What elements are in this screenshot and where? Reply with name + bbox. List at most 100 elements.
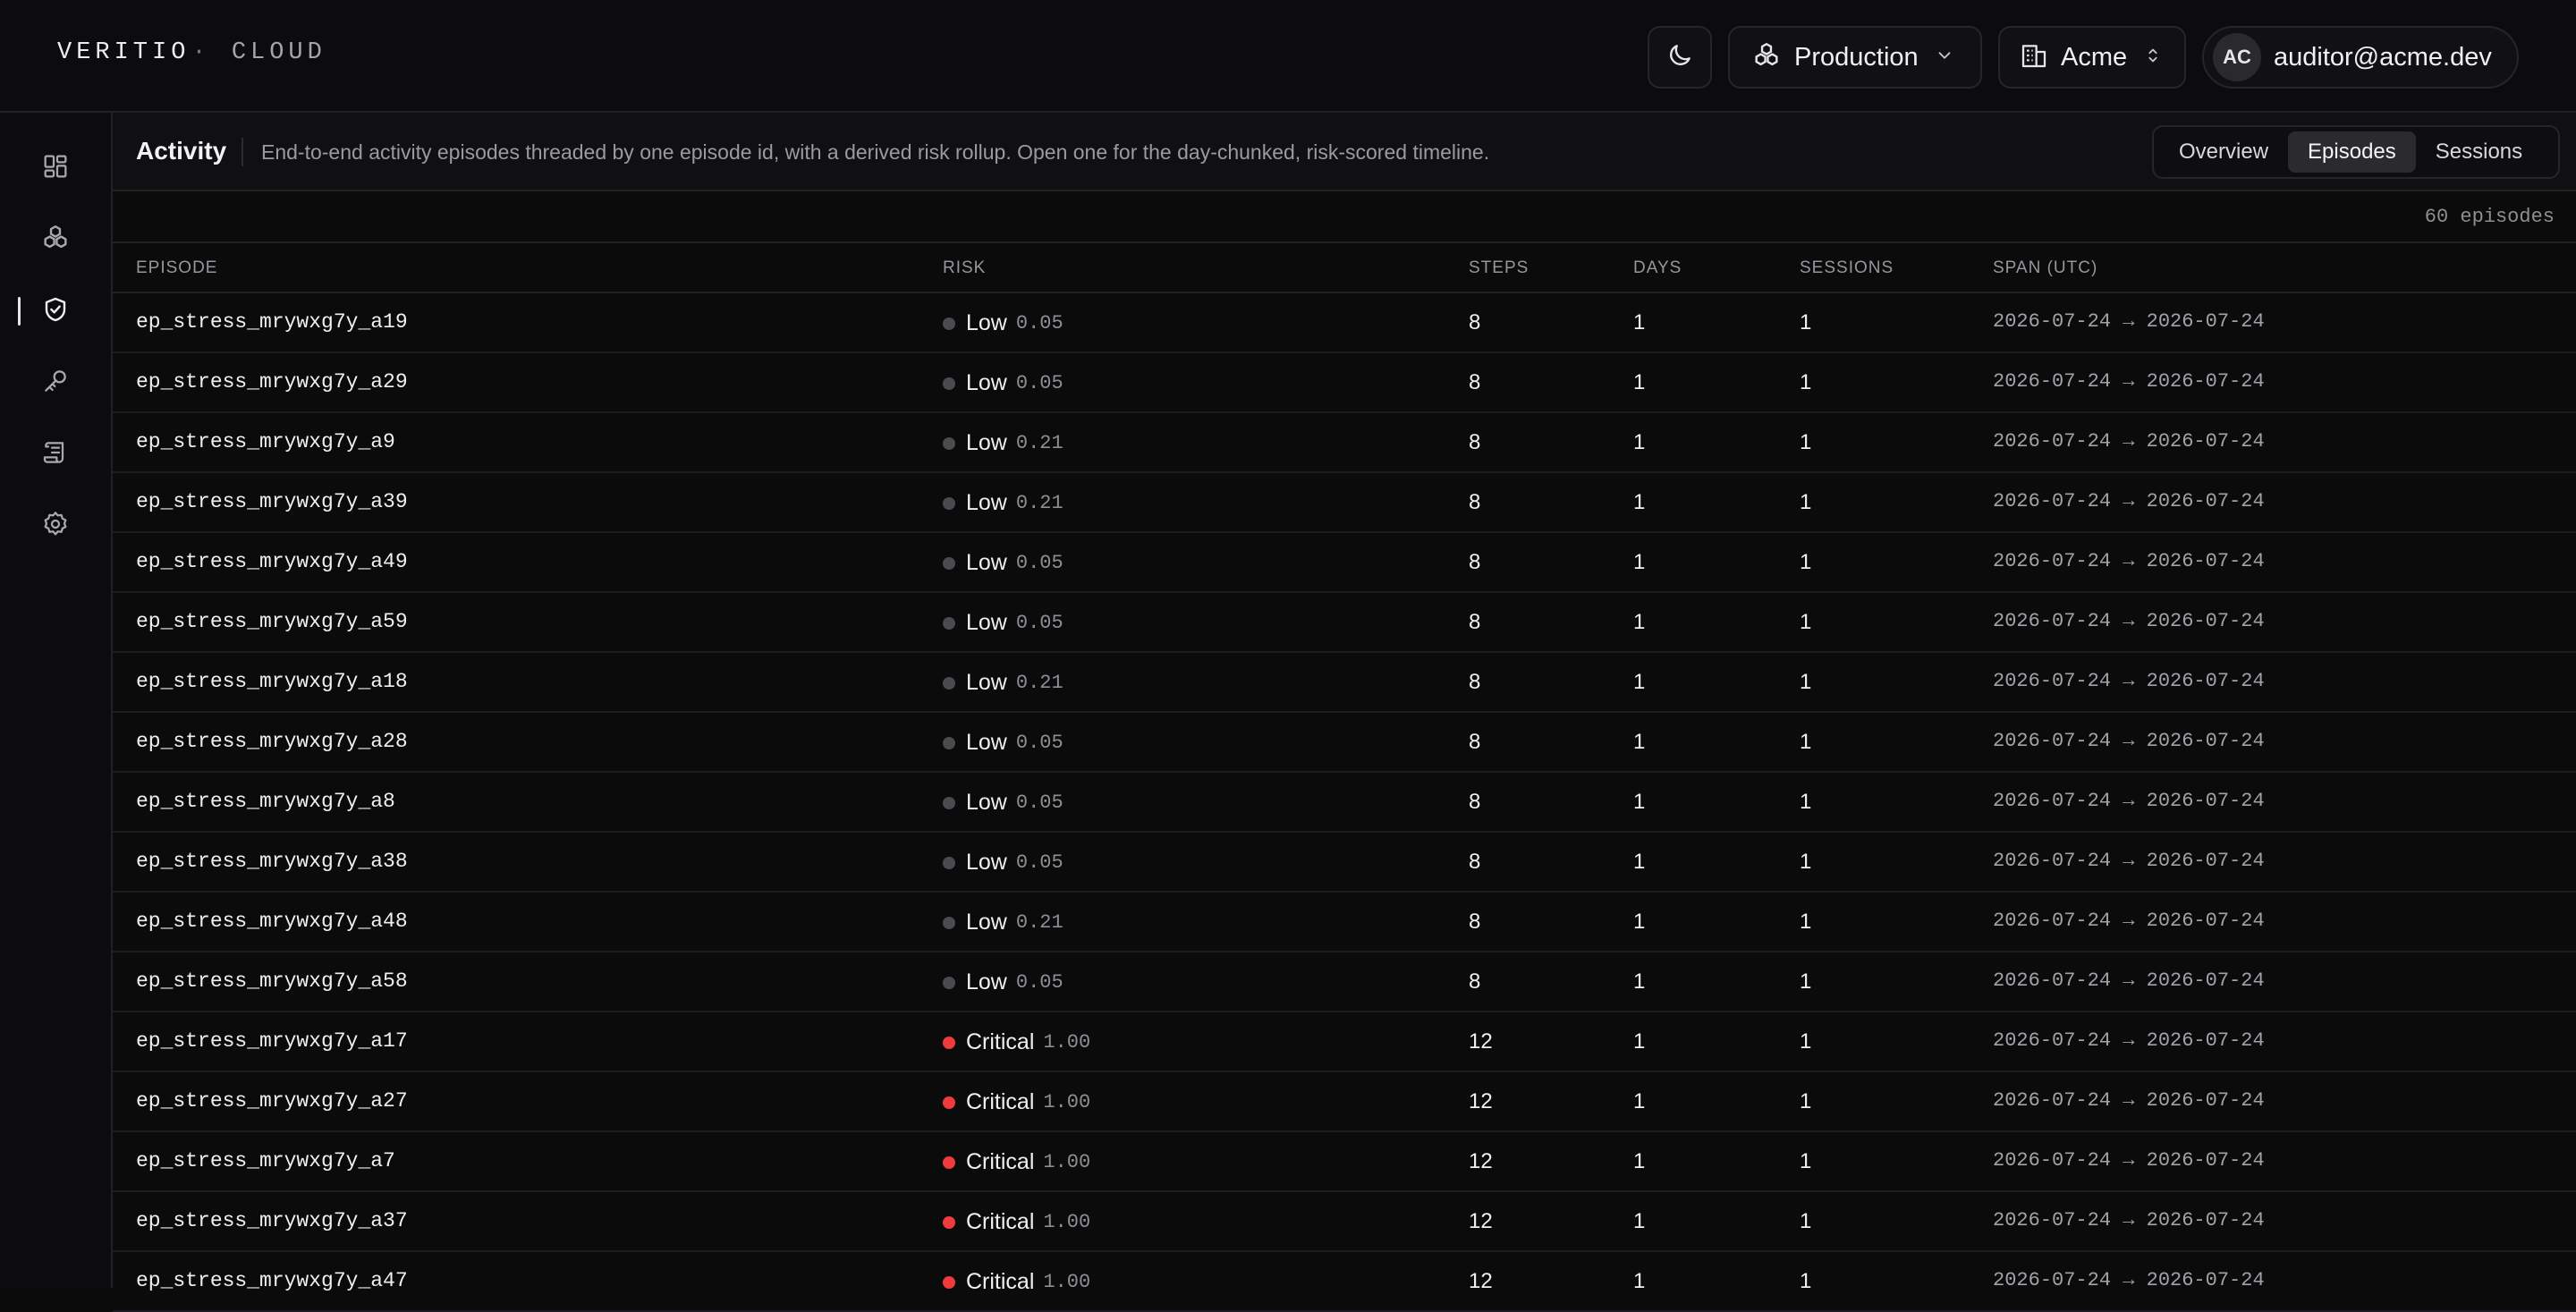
risk-dot — [943, 796, 955, 809]
risk-cell: Critical 1.00 — [943, 1269, 1090, 1295]
environment-selector[interactable]: Production — [1728, 26, 1982, 89]
shield-check-icon — [41, 295, 70, 328]
days-value: 1 — [1633, 969, 1646, 994]
episode-id[interactable]: ep_stress_mrywxg7y_a8 — [136, 790, 395, 813]
episode-id[interactable]: ep_stress_mrywxg7y_a29 — [136, 370, 408, 394]
sessions-value: 1 — [1800, 1089, 1812, 1113]
sidebar-item-activity[interactable] — [0, 286, 111, 336]
episode-id[interactable]: ep_stress_mrywxg7y_a7 — [136, 1149, 395, 1172]
column-header-sessions[interactable]: SESSIONS — [1800, 258, 1894, 278]
table-row[interactable]: ep_stress_mrywxg7y_a39 Low 0.21 8 1 1 20… — [113, 473, 2576, 533]
building-icon — [2020, 41, 2048, 74]
table-row[interactable]: ep_stress_mrywxg7y_a19 Low 0.05 8 1 1 20… — [113, 293, 2576, 353]
table-row[interactable]: ep_stress_mrywxg7y_a17 Critical 1.00 12 … — [113, 1012, 2576, 1072]
episode-id[interactable]: ep_stress_mrywxg7y_a18 — [136, 670, 408, 693]
risk-dot — [943, 616, 955, 630]
sidebar-item-dashboard[interactable] — [0, 143, 111, 193]
risk-cell: Critical 1.00 — [943, 1149, 1090, 1175]
title-divider — [242, 138, 243, 166]
steps-value: 8 — [1469, 490, 1481, 514]
table-row[interactable]: ep_stress_mrywxg7y_a8 Low 0.05 8 1 1 202… — [113, 773, 2576, 833]
user-email: auditor@acme.dev — [2274, 42, 2492, 72]
episode-id[interactable]: ep_stress_mrywxg7y_a17 — [136, 1029, 408, 1053]
brand-suffix: CLOUD — [231, 39, 326, 66]
risk-level: Low — [966, 430, 1007, 455]
table-row[interactable]: ep_stress_mrywxg7y_a49 Low 0.05 8 1 1 20… — [113, 533, 2576, 593]
table-row[interactable]: ep_stress_mrywxg7y_a28 Low 0.05 8 1 1 20… — [113, 713, 2576, 773]
episode-id[interactable]: ep_stress_mrywxg7y_a37 — [136, 1209, 408, 1232]
episode-id[interactable]: ep_stress_mrywxg7y_a9 — [136, 430, 395, 453]
risk-level: Low — [966, 610, 1007, 635]
table-row[interactable]: ep_stress_mrywxg7y_a29 Low 0.05 8 1 1 20… — [113, 353, 2576, 413]
sidebar-item-agents[interactable] — [0, 215, 111, 265]
table-row[interactable]: ep_stress_mrywxg7y_a47 Critical 1.00 12 … — [113, 1252, 2576, 1312]
episodes-table-body: ep_stress_mrywxg7y_a19 Low 0.05 8 1 1 20… — [113, 293, 2576, 1312]
span-value: 2026-07-24 → 2026-07-24 — [1993, 910, 2265, 932]
gear-icon — [41, 510, 70, 543]
risk-score: 0.21 — [1015, 672, 1063, 694]
chevron-down-icon — [1935, 46, 1954, 70]
tab-overview[interactable]: Overview — [2159, 131, 2288, 173]
span-value: 2026-07-24 → 2026-07-24 — [1993, 1149, 2265, 1172]
table-toolbar: 60 episodes — [113, 191, 2576, 243]
days-value: 1 — [1633, 910, 1646, 934]
risk-cell: Critical 1.00 — [943, 1209, 1090, 1235]
risk-dot — [943, 856, 955, 869]
risk-score: 0.05 — [1015, 851, 1063, 874]
column-header-days[interactable]: DAYS — [1633, 258, 1682, 278]
cluster-icon — [40, 223, 71, 258]
steps-value: 8 — [1469, 550, 1481, 574]
risk-dot — [943, 1275, 955, 1289]
risk-cell: Low 0.05 — [943, 850, 1063, 876]
avatar: AC — [2213, 33, 2261, 81]
sessions-value: 1 — [1800, 730, 1812, 754]
table-row[interactable]: ep_stress_mrywxg7y_a58 Low 0.05 8 1 1 20… — [113, 952, 2576, 1012]
brand-logo[interactable]: VERITIO· CLOUD — [57, 39, 326, 66]
table-row[interactable]: ep_stress_mrywxg7y_a7 Critical 1.00 12 1… — [113, 1132, 2576, 1192]
sidebar-item-settings[interactable] — [0, 501, 111, 551]
steps-value: 12 — [1469, 1209, 1493, 1233]
risk-dot — [943, 976, 955, 989]
table-row[interactable]: ep_stress_mrywxg7y_a48 Low 0.21 8 1 1 20… — [113, 893, 2576, 952]
risk-dot — [943, 916, 955, 929]
table-row[interactable]: ep_stress_mrywxg7y_a37 Critical 1.00 12 … — [113, 1192, 2576, 1252]
column-header-span[interactable]: SPAN (UTC) — [1993, 258, 2097, 278]
steps-value: 8 — [1469, 430, 1481, 454]
column-header-risk[interactable]: RISK — [943, 258, 986, 278]
column-header-episode[interactable]: EPISODE — [136, 258, 217, 278]
page-description: End-to-end activity episodes threaded by… — [261, 140, 1490, 164]
span-value: 2026-07-24 → 2026-07-24 — [1993, 430, 2265, 453]
episode-id[interactable]: ep_stress_mrywxg7y_a49 — [136, 550, 408, 573]
sidebar-item-keys[interactable] — [0, 358, 111, 408]
episode-id[interactable]: ep_stress_mrywxg7y_a38 — [136, 850, 408, 873]
table-row[interactable]: ep_stress_mrywxg7y_a59 Low 0.05 8 1 1 20… — [113, 593, 2576, 653]
episode-id[interactable]: ep_stress_mrywxg7y_a48 — [136, 910, 408, 933]
episode-id[interactable]: ep_stress_mrywxg7y_a59 — [136, 610, 408, 633]
table-row[interactable]: ep_stress_mrywxg7y_a18 Low 0.21 8 1 1 20… — [113, 653, 2576, 713]
episode-id[interactable]: ep_stress_mrywxg7y_a58 — [136, 969, 408, 993]
sidebar-item-logs[interactable] — [0, 429, 111, 479]
episode-id[interactable]: ep_stress_mrywxg7y_a28 — [136, 730, 408, 753]
episode-id[interactable]: ep_stress_mrywxg7y_a47 — [136, 1269, 408, 1292]
risk-dot — [943, 1036, 955, 1049]
table-row[interactable]: ep_stress_mrywxg7y_a38 Low 0.05 8 1 1 20… — [113, 833, 2576, 893]
days-value: 1 — [1633, 550, 1646, 574]
tab-sessions[interactable]: Sessions — [2416, 131, 2542, 173]
sessions-value: 1 — [1800, 370, 1812, 394]
episode-id[interactable]: ep_stress_mrywxg7y_a39 — [136, 490, 408, 513]
episode-id[interactable]: ep_stress_mrywxg7y_a27 — [136, 1089, 408, 1113]
risk-cell: Critical 1.00 — [943, 1089, 1090, 1115]
column-header-steps[interactable]: STEPS — [1469, 258, 1529, 278]
steps-value: 12 — [1469, 1089, 1493, 1113]
risk-score: 1.00 — [1043, 1151, 1091, 1173]
theme-toggle-button[interactable] — [1648, 26, 1712, 89]
risk-cell: Low 0.21 — [943, 670, 1063, 696]
tab-episodes[interactable]: Episodes — [2288, 131, 2416, 173]
user-menu[interactable]: AC auditor@acme.dev — [2202, 26, 2519, 89]
sessions-value: 1 — [1800, 1029, 1812, 1054]
table-row[interactable]: ep_stress_mrywxg7y_a27 Critical 1.00 12 … — [113, 1072, 2576, 1132]
org-selector[interactable]: Acme — [1998, 26, 2186, 89]
episode-id[interactable]: ep_stress_mrywxg7y_a19 — [136, 310, 408, 334]
table-row[interactable]: ep_stress_mrywxg7y_a9 Low 0.21 8 1 1 202… — [113, 413, 2576, 473]
span-value: 2026-07-24 → 2026-07-24 — [1993, 969, 2265, 992]
